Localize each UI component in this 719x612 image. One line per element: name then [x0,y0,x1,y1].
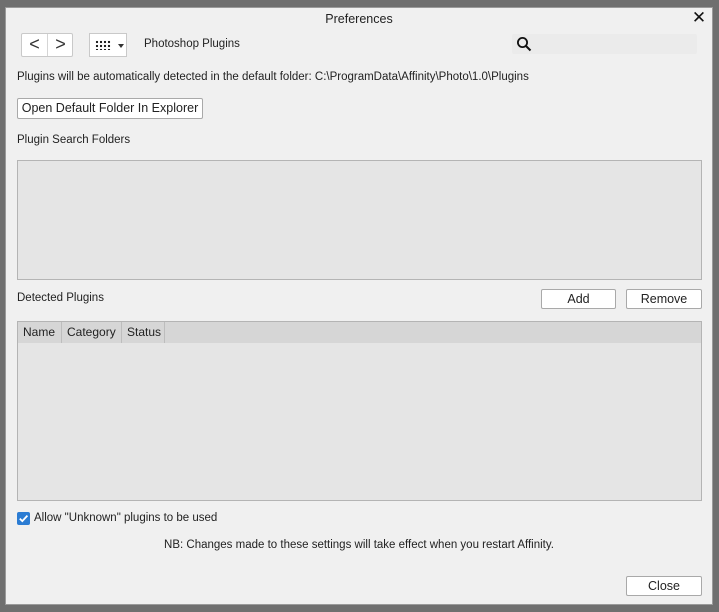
back-button[interactable]: < [22,34,48,56]
show-all-button[interactable] [89,33,117,57]
detected-plugins-table[interactable]: Name Category Status [17,321,702,501]
plugins-panel: Plugins will be automatically detected i… [6,60,712,604]
allow-unknown-checkbox[interactable] [17,512,30,525]
toolbar: < > Photoshop Plugins [6,30,712,60]
column-header-name[interactable]: Name [18,322,62,343]
default-folder-info: Plugins will be automatically detected i… [17,71,529,83]
navigation-group: < > [21,33,73,57]
preferences-dialog: Preferences ✕ < > Photoshop Plugins Plug… [5,7,713,605]
remove-button[interactable]: Remove [626,289,702,309]
open-default-folder-button[interactable]: Open Default Folder In Explorer [17,98,203,119]
allow-unknown-label: Allow "Unknown" plugins to be used [34,512,218,524]
column-header-category[interactable]: Category [62,322,122,343]
forward-button[interactable]: > [48,34,73,56]
add-button[interactable]: Add [541,289,616,309]
close-button[interactable]: Close [626,576,702,596]
title-bar: Preferences ✕ [6,8,712,30]
restart-note: NB: Changes made to these settings will … [164,539,554,551]
checkmark-icon [19,514,29,523]
search-folders-label: Plugin Search Folders [17,134,131,146]
section-title: Photoshop Plugins [144,38,240,50]
search-folders-list[interactable] [17,160,702,280]
grid-icon [95,40,111,50]
close-icon[interactable]: ✕ [690,9,708,27]
window-title: Preferences [325,12,393,26]
detected-plugins-label: Detected Plugins [17,292,104,304]
search-field[interactable] [512,34,697,54]
table-header: Name Category Status [18,322,701,343]
column-header-status[interactable]: Status [122,322,165,343]
chevron-down-icon[interactable] [116,33,127,57]
search-icon [517,37,532,52]
